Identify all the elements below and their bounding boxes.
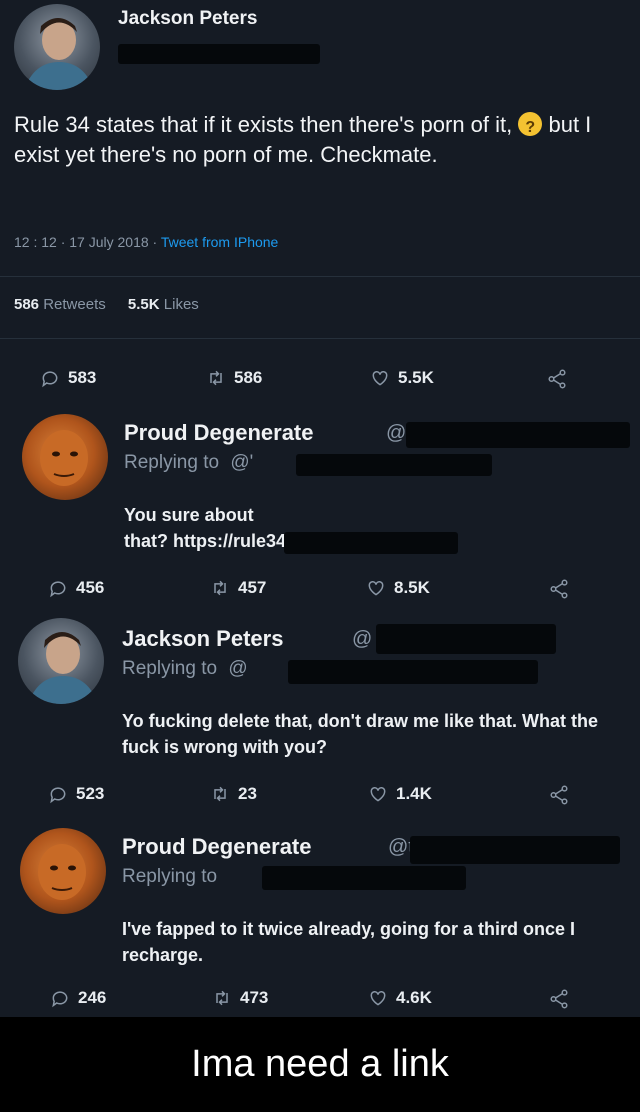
redacted-handle: [296, 454, 492, 476]
author-handle[interactable]: @: [352, 628, 372, 651]
redacted-handle: [288, 660, 538, 684]
retweet-arrows-icon: [214, 786, 226, 802]
meme-caption: Ima need a link: [191, 1043, 449, 1085]
speech-bubble-icon: [42, 371, 58, 388]
divider: [0, 276, 640, 277]
reply-actions: 456 457 8.5K: [0, 578, 640, 604]
replying-to-label: Replying to: [122, 866, 218, 887]
author-name[interactable]: Proud Degenerate: [124, 420, 314, 446]
share-nodes-icon: [548, 369, 566, 389]
heart-icon: [368, 580, 384, 596]
retweet-button[interactable]: 23: [210, 784, 257, 804]
retweet-count[interactable]: 586: [14, 296, 39, 313]
like-button[interactable]: 4.6K: [368, 988, 432, 1008]
retweet-arrows-icon: [214, 580, 226, 596]
like-button[interactable]: 1.4K: [368, 784, 432, 804]
jackson-peters-avatar[interactable]: [18, 618, 104, 704]
engagement-stats: 586 Retweets 5.5K Likes: [14, 296, 199, 313]
replying-to-label: Replying to @: [122, 658, 248, 679]
tweet-source-link[interactable]: Tweet from IPhone: [161, 234, 279, 250]
like-button[interactable]: 5.5K: [370, 368, 434, 388]
proud-degenerate-avatar[interactable]: [22, 414, 108, 500]
reply-actions: 523 23 1.4K: [0, 784, 640, 810]
meme-caption-bar: Ima need a link: [0, 1017, 640, 1112]
redacted-url: [284, 532, 458, 554]
likes-label[interactable]: Likes: [164, 296, 199, 313]
heart-icon: [370, 990, 386, 1006]
share-button[interactable]: [548, 988, 570, 1015]
share-nodes-icon: [550, 785, 568, 805]
share-button[interactable]: [546, 368, 568, 395]
share-nodes-icon: [550, 579, 568, 599]
reply-actions: 246 473 4.6K: [0, 988, 640, 1014]
reply-button[interactable]: 246: [50, 988, 106, 1008]
retweet-button[interactable]: 457: [210, 578, 266, 598]
like-count[interactable]: 5.5K: [128, 296, 160, 313]
redacted-handle: [376, 624, 556, 654]
reply-button[interactable]: 523: [48, 784, 104, 804]
reply-button[interactable]: 456: [48, 578, 104, 598]
heart-icon: [370, 786, 386, 802]
tweet-time: 12 : 12 · 17 July 2018 ·: [14, 234, 158, 250]
retweet-button[interactable]: 586: [206, 368, 262, 388]
tweet-text: Rule 34 states that if it exists then th…: [14, 110, 624, 170]
reply-text: Yo fucking delete that, don't draw me li…: [122, 711, 598, 757]
share-button[interactable]: [548, 784, 570, 811]
redacted-handle: [262, 866, 466, 890]
share-nodes-icon: [550, 989, 568, 1009]
replying-to-label: Replying to @': [124, 452, 254, 473]
retweet-arrows-icon: [210, 370, 222, 386]
retweet-button[interactable]: 473: [212, 988, 268, 1008]
author-name[interactable]: Jackson Peters: [118, 8, 257, 30]
redacted-handle: [118, 44, 320, 64]
thinking-emoji-icon: [518, 112, 543, 143]
retweets-label[interactable]: Retweets: [43, 296, 106, 313]
proud-degenerate-avatar[interactable]: [20, 828, 106, 914]
heart-icon: [372, 370, 388, 386]
divider: [0, 338, 640, 339]
retweet-arrows-icon: [216, 990, 228, 1006]
tweet-thread-screenshot: Jackson Peters Rule 34 states that if it…: [0, 0, 640, 1017]
author-name[interactable]: Proud Degenerate: [122, 834, 312, 860]
tweet-metadata: 12 : 12 · 17 July 2018 · Tweet from IPho…: [14, 234, 278, 250]
author-name[interactable]: Jackson Peters: [122, 626, 283, 652]
jackson-peters-avatar[interactable]: [14, 4, 100, 90]
reply-text: You sure about that? https://rule34: [124, 505, 287, 551]
main-tweet-actions: 583 586 5.5K: [0, 368, 640, 394]
redacted-handle: [410, 836, 620, 864]
share-button[interactable]: [548, 578, 570, 605]
reply-button[interactable]: 583: [40, 368, 96, 388]
speech-bubble-icon: [50, 581, 66, 598]
reply-text: I've fapped to it twice already, going f…: [122, 919, 576, 965]
like-button[interactable]: 8.5K: [366, 578, 430, 598]
redacted-handle: [406, 422, 630, 448]
speech-bubble-icon: [52, 991, 68, 1008]
speech-bubble-icon: [50, 787, 66, 804]
